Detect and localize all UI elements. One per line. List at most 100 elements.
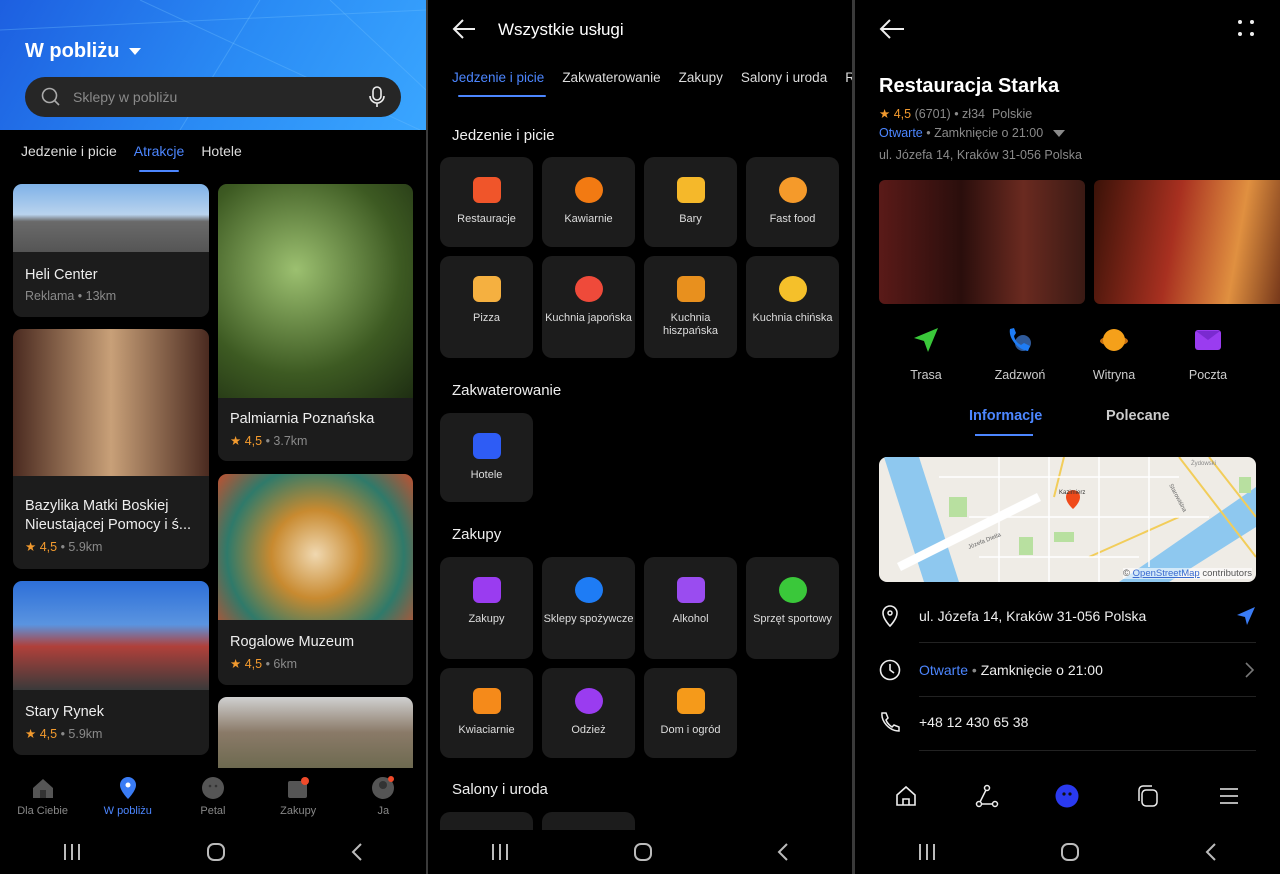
copy-icon[interactable] bbox=[1136, 784, 1160, 808]
petal-icon bbox=[201, 777, 224, 799]
place-photo[interactable] bbox=[1094, 180, 1280, 304]
fork-spoon-icon bbox=[472, 177, 501, 203]
tab-food[interactable]: Jedzenie i picie bbox=[452, 70, 547, 97]
hours-line[interactable]: Otwarte • Zamknięcie o 21:00 bbox=[879, 126, 1065, 140]
menu-icon[interactable] bbox=[1217, 784, 1241, 808]
service-tile[interactable]: Dom i ogród bbox=[644, 668, 737, 758]
nav-shopping[interactable]: Zakupy bbox=[258, 776, 338, 817]
home-button-icon[interactable] bbox=[633, 842, 653, 862]
service-label: Dom i ogród bbox=[660, 724, 721, 736]
tab-recommended[interactable]: Polecane bbox=[1106, 408, 1170, 424]
tab-more[interactable]: R bbox=[845, 70, 852, 85]
address-row[interactable]: ul. Józefa 14, Kraków 31-056 Polska bbox=[879, 589, 1256, 642]
recent-apps-icon[interactable] bbox=[490, 843, 510, 861]
microphone-icon[interactable] bbox=[369, 86, 385, 108]
openstreetmap-link[interactable]: OpenStreetMap bbox=[1133, 568, 1200, 579]
service-tile[interactable]: Kuchnia japońska bbox=[542, 256, 635, 358]
coffee-cup-icon bbox=[574, 177, 603, 203]
tab-hotels[interactable]: Hotele bbox=[201, 143, 241, 159]
location-dropdown[interactable]: W pobliżu bbox=[25, 40, 142, 63]
nav-for-you[interactable]: Dla Ciebie bbox=[3, 776, 83, 817]
search-bar[interactable] bbox=[25, 77, 401, 117]
service-tile[interactable]: Kwiaciarnie bbox=[440, 668, 533, 758]
tab-info[interactable]: Informacje bbox=[969, 408, 1042, 424]
phone-icon bbox=[881, 711, 900, 732]
place-card[interactable]: Stary Rynek ★ 4,5 • 5.9km bbox=[13, 581, 209, 755]
service-tile[interactable]: Kawiarnie bbox=[542, 157, 635, 247]
tshirt-icon bbox=[574, 688, 603, 714]
service-tile[interactable]: Sprzęt sportowy bbox=[746, 557, 839, 659]
place-title: Restauracja Starka bbox=[879, 75, 1060, 97]
place-photo bbox=[218, 184, 413, 398]
navigate-icon[interactable] bbox=[1236, 606, 1256, 626]
service-tile[interactable]: Bary bbox=[644, 157, 737, 247]
action-call[interactable]: Zadzwoń bbox=[980, 326, 1060, 382]
nav-nearby[interactable]: W pobliżu bbox=[88, 776, 168, 817]
tab-attractions[interactable]: Atrakcje bbox=[134, 143, 184, 172]
recent-apps-icon[interactable] bbox=[917, 843, 937, 861]
home-button-icon[interactable] bbox=[206, 842, 226, 862]
home-icon[interactable] bbox=[894, 784, 918, 808]
home-icon bbox=[32, 779, 53, 798]
tab-beauty[interactable]: Salony i uroda bbox=[741, 70, 827, 85]
service-tile[interactable]: Pizza bbox=[440, 256, 533, 358]
tab-shopping[interactable]: Zakupy bbox=[679, 70, 723, 85]
place-card[interactable]: Rogalowe Muzeum ★ 4,5 • 6km bbox=[218, 474, 413, 685]
route-icon[interactable] bbox=[975, 784, 999, 808]
all-services-screen: Wszystkie usługi Jedzenie i picie Zakwat… bbox=[428, 0, 852, 874]
search-input[interactable] bbox=[73, 89, 357, 105]
back-icon[interactable] bbox=[1204, 842, 1218, 862]
place-details-screen: Restauracja Starka ★ 4,5 (6701) • zł34 P… bbox=[855, 0, 1280, 874]
action-website[interactable]: Witryna bbox=[1074, 326, 1154, 382]
service-label: Fast food bbox=[769, 213, 816, 225]
service-tile[interactable]: Kuchnia hiszpańska bbox=[644, 256, 737, 358]
action-directions[interactable]: Trasa bbox=[886, 326, 966, 382]
place-card[interactable] bbox=[218, 697, 413, 768]
place-meta: Reklama • 13km bbox=[25, 289, 117, 303]
service-tile[interactable]: Zakupy bbox=[440, 557, 533, 659]
more-options-icon[interactable] bbox=[1237, 19, 1255, 37]
place-photo[interactable] bbox=[879, 180, 1085, 304]
page-title: W pobliżu bbox=[25, 40, 120, 62]
place-title: Heli Center bbox=[25, 267, 98, 283]
cart-icon bbox=[574, 577, 603, 603]
active-tab-indicator bbox=[975, 434, 1033, 436]
service-tile[interactable]: Hotele bbox=[440, 413, 533, 502]
place-title: Bazylika Matki Boskiej Nieustającej Pomo… bbox=[25, 498, 192, 533]
service-tile[interactable] bbox=[542, 812, 635, 832]
service-tile[interactable]: Odzież bbox=[542, 668, 635, 758]
recent-apps-icon[interactable] bbox=[62, 843, 82, 861]
service-tile[interactable]: Fast food bbox=[746, 157, 839, 247]
back-icon[interactable] bbox=[350, 842, 364, 862]
place-card[interactable]: Palmiarnia Poznańska ★ 4,5 • 3.7km bbox=[218, 184, 413, 461]
back-arrow-icon[interactable] bbox=[452, 18, 476, 40]
service-label: Kuchnia japońska bbox=[545, 312, 632, 324]
service-label: Zakupy bbox=[468, 613, 505, 625]
service-tile[interactable]: Sklepy spożywcze bbox=[542, 557, 635, 659]
hours-row[interactable]: Otwarte • Zamknięcie o 21:00 bbox=[879, 643, 1256, 696]
tab-accommodation[interactable]: Zakwaterowanie bbox=[562, 70, 660, 85]
star-icon: ★ bbox=[230, 657, 242, 671]
place-card[interactable]: Bazylika Matki Boskiej Nieustającej Pomo… bbox=[13, 329, 209, 569]
hotel-icon bbox=[472, 433, 501, 459]
place-card[interactable]: Heli Center Reklama • 13km bbox=[13, 184, 209, 317]
location-pin-icon bbox=[882, 604, 898, 627]
place-meta: ★ 4,5 • 5.9km bbox=[25, 540, 103, 554]
service-label: Alkohol bbox=[672, 613, 709, 625]
nav-me[interactable]: Ja bbox=[343, 776, 423, 817]
petal-assistant-icon[interactable] bbox=[1055, 784, 1079, 808]
service-tile[interactable]: Kuchnia chińska bbox=[746, 256, 839, 358]
service-tile[interactable]: Alkohol bbox=[644, 557, 737, 659]
tab-food[interactable]: Jedzenie i picie bbox=[21, 143, 117, 159]
back-icon[interactable] bbox=[776, 842, 790, 862]
service-label: Sklepy spożywcze bbox=[543, 613, 634, 625]
star-icon: ★ bbox=[879, 107, 891, 121]
nav-petal[interactable]: Petal bbox=[173, 776, 253, 817]
back-arrow-icon[interactable] bbox=[879, 18, 905, 40]
home-button-icon[interactable] bbox=[1060, 842, 1080, 862]
phone-row[interactable]: +48 12 430 65 38 bbox=[879, 695, 1256, 748]
location-map[interactable]: Kazimierz Józefa Dietla Starowiślna Żydo… bbox=[879, 457, 1256, 582]
service-tile[interactable]: Restauracje bbox=[440, 157, 533, 247]
service-tile[interactable] bbox=[440, 812, 533, 832]
action-mail[interactable]: Poczta bbox=[1168, 326, 1248, 382]
